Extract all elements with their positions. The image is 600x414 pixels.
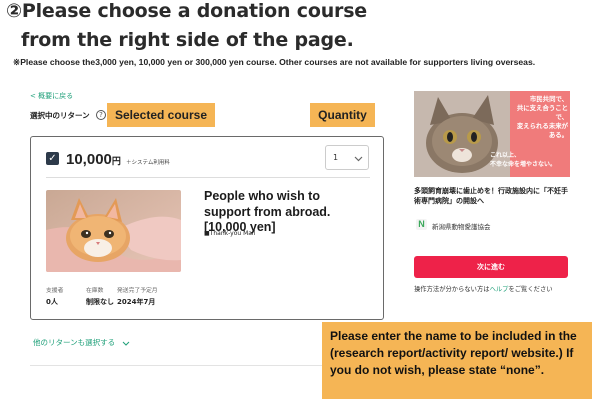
help-prefix: 操作方法が分からない方は xyxy=(414,286,490,293)
next-button[interactable]: 次に進む xyxy=(414,256,568,278)
selected-return-label: 選択中のリターン xyxy=(30,111,90,120)
return-image xyxy=(46,190,181,272)
price-unit: 円 xyxy=(111,157,121,167)
return-item: ■Thank-you Mail xyxy=(204,230,256,237)
supporters-value: 0人 xyxy=(46,298,58,306)
other-returns-link[interactable]: 他のリターンも選択する xyxy=(33,337,130,348)
chevron-down-icon xyxy=(122,341,129,346)
banner-copy-line2: 共に支え合うことで、 xyxy=(516,104,568,121)
check-icon[interactable]: ✓ xyxy=(46,152,59,165)
project-title[interactable]: 多頭飼育崩壊に歯止めを！行政施設内に「不妊手術専門病院」の開設へ xyxy=(414,186,574,206)
stock-value: 制限なし xyxy=(86,298,114,306)
card-divider xyxy=(46,177,370,178)
back-to-overview-link[interactable]: < 概要に戻る xyxy=(30,91,73,101)
banner-copy: 市民共同で、 共に支え合うことで、 変えられる未来がある。 xyxy=(512,95,568,140)
banner-tagline: これ以上、 不幸な命を増やさない。 xyxy=(490,151,556,169)
price-block: 10,000円 ＋システム利用料 xyxy=(66,149,170,168)
banner-tagline-line1: これ以上、 xyxy=(490,152,521,159)
banner-copy-line1: 市民共同で、 xyxy=(529,95,568,103)
help-icon[interactable]: ? xyxy=(96,110,106,120)
kitten-photo xyxy=(46,190,181,272)
supporters-label: 支援者 xyxy=(46,288,64,294)
page-heading-line1: ②Please choose a donation course xyxy=(6,0,367,22)
quantity-select[interactable]: 1 xyxy=(325,145,369,170)
other-returns-label: 他のリターンも選択する xyxy=(33,338,116,347)
shipping-label: 発送完了予定月 xyxy=(117,288,158,294)
quantity-tag: Quantity xyxy=(310,103,375,127)
chevron-down-icon xyxy=(354,156,363,162)
return-card[interactable]: ✓ 10,000円 ＋システム利用料 1 People who wish to … xyxy=(30,136,384,320)
help-text: 操作方法が分からない方はヘルプをご覧ください xyxy=(414,284,553,293)
price-amount: 10,000 xyxy=(66,151,112,168)
help-suffix: をご覧ください xyxy=(508,286,553,293)
org-logo: N xyxy=(416,219,427,230)
selected-course-tag: Selected course xyxy=(107,103,215,127)
return-title: People who wish to support from abroad. … xyxy=(204,189,331,234)
page-heading-line2: from the right side of the page. xyxy=(21,29,354,51)
shipping-value: 2024年7月 xyxy=(117,298,156,306)
org-name[interactable]: 新潟県動物愛護協会 xyxy=(432,221,491,231)
stock-label: 在庫数 xyxy=(86,288,104,294)
banner-tagline-line2: 不幸な命を増やさない。 xyxy=(490,161,557,168)
system-fee-note: ＋システム利用料 xyxy=(126,160,170,166)
course-note: ※Please choose the3,000 yen, 10,000 yen … xyxy=(13,57,536,67)
banner-copy-line3: 変えられる未来がある。 xyxy=(516,122,568,139)
help-link[interactable]: ヘルプ xyxy=(490,286,509,293)
project-banner[interactable]: 市民共同で、 共に支え合うことで、 変えられる未来がある。 これ以上、 不幸な命… xyxy=(414,91,570,177)
quantity-value: 1 xyxy=(333,153,339,162)
instruction-box: Please enter the name to be included in … xyxy=(322,322,592,399)
